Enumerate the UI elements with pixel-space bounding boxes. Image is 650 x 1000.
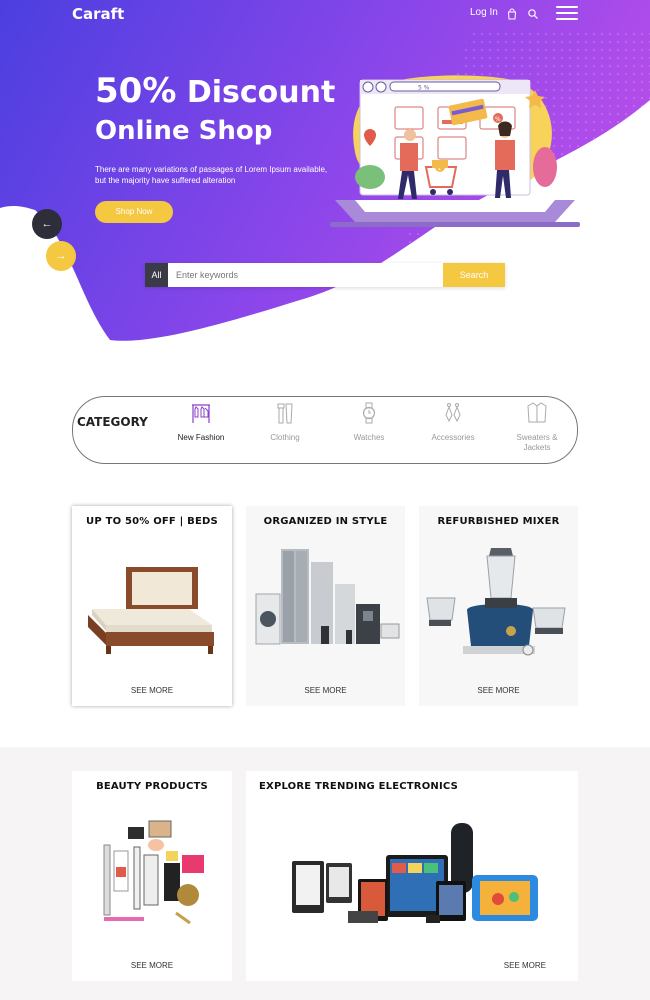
watch-icon [362,402,376,424]
promo-card-beds[interactable]: UP TO 50% OFF | BEDS SEE MORE [72,506,232,706]
see-more-link[interactable]: SEE MORE [504,961,546,970]
site-logo[interactable]: Caraft [72,5,124,23]
login-link[interactable]: Log In [470,7,498,18]
search-button[interactable]: Search [443,263,505,287]
search-icon[interactable] [527,8,539,20]
category-item-new-fashion[interactable]: New Fashion [166,401,236,443]
clothes-rack-icon [192,404,210,423]
promo-title: EXPLORE TRENDING ELECTRONICS [259,781,459,792]
search-category-select[interactable]: All [145,263,168,287]
promo-title: REFURBISHED MIXER [437,516,560,527]
slider-next-button[interactable]: → [46,241,76,271]
search-input[interactable] [168,263,443,287]
hero-title-discount: Discount [176,75,336,110]
promo-title: ORGANIZED IN STYLE [263,516,388,527]
promo-card-electronics[interactable]: EXPLORE TRENDING ELECTRONICS SEE MORE [246,771,578,981]
bed-image [88,567,214,654]
electronics-image [292,823,538,923]
bag-icon[interactable] [506,8,518,20]
promo-title: BEAUTY PRODUCTS [96,781,208,792]
hero-title-line2: Online Shop [95,116,273,146]
appliances-image [255,549,400,645]
online-shop-illustration: 5 % % 1 [330,75,580,227]
category-label: Accessories [431,433,475,442]
jacket-icon [527,402,547,423]
see-more-link[interactable]: SEE MORE [246,686,405,695]
category-label: Watches [353,433,385,442]
mixer-image [426,548,566,656]
shirt-icon [277,403,293,424]
category-item-watches[interactable]: Watches [334,401,404,443]
category-title: CATEGORY [77,415,148,429]
earrings-icon [445,403,461,423]
category-item-clothing[interactable]: Clothing [250,401,320,443]
beauty-products-image [103,820,204,925]
promo-card-beauty[interactable]: BEAUTY PRODUCTS SEE MORE [72,771,232,981]
category-bar: CATEGORY New Fashion Clothing Watches Ac… [72,396,578,464]
see-more-link[interactable]: SEE MORE [72,961,232,970]
illustration-search-text: 5 % [418,85,430,92]
see-more-link[interactable]: SEE MORE [419,686,578,695]
promo-title: UP TO 50% OFF | BEDS [86,516,218,527]
see-more-link[interactable]: SEE MORE [72,686,232,695]
hero-description: There are many variations of passages of… [95,165,328,185]
promo-card-mixer[interactable]: REFURBISHED MIXER SEE MORE [419,506,578,706]
category-item-sweaters-jackets[interactable]: Sweaters & Jackets [502,401,572,453]
category-label: New Fashion [177,433,225,442]
category-item-accessories[interactable]: Accessories [418,401,488,443]
category-label: Clothing [270,433,300,442]
hero-title-percent: 50% [95,71,177,111]
promo-card-appliances[interactable]: ORGANIZED IN STYLE SEE MORE [246,506,405,706]
menu-icon[interactable] [556,6,578,20]
shop-now-button[interactable]: Shop Now [95,201,173,223]
illustration-discount-badge: % [495,116,501,123]
category-label: Sweaters & Jackets [516,433,558,452]
search-bar: All Search [145,263,505,287]
hero-title: 50% Discount Online Shop [95,72,335,150]
slider-prev-button[interactable]: ← [32,209,62,239]
